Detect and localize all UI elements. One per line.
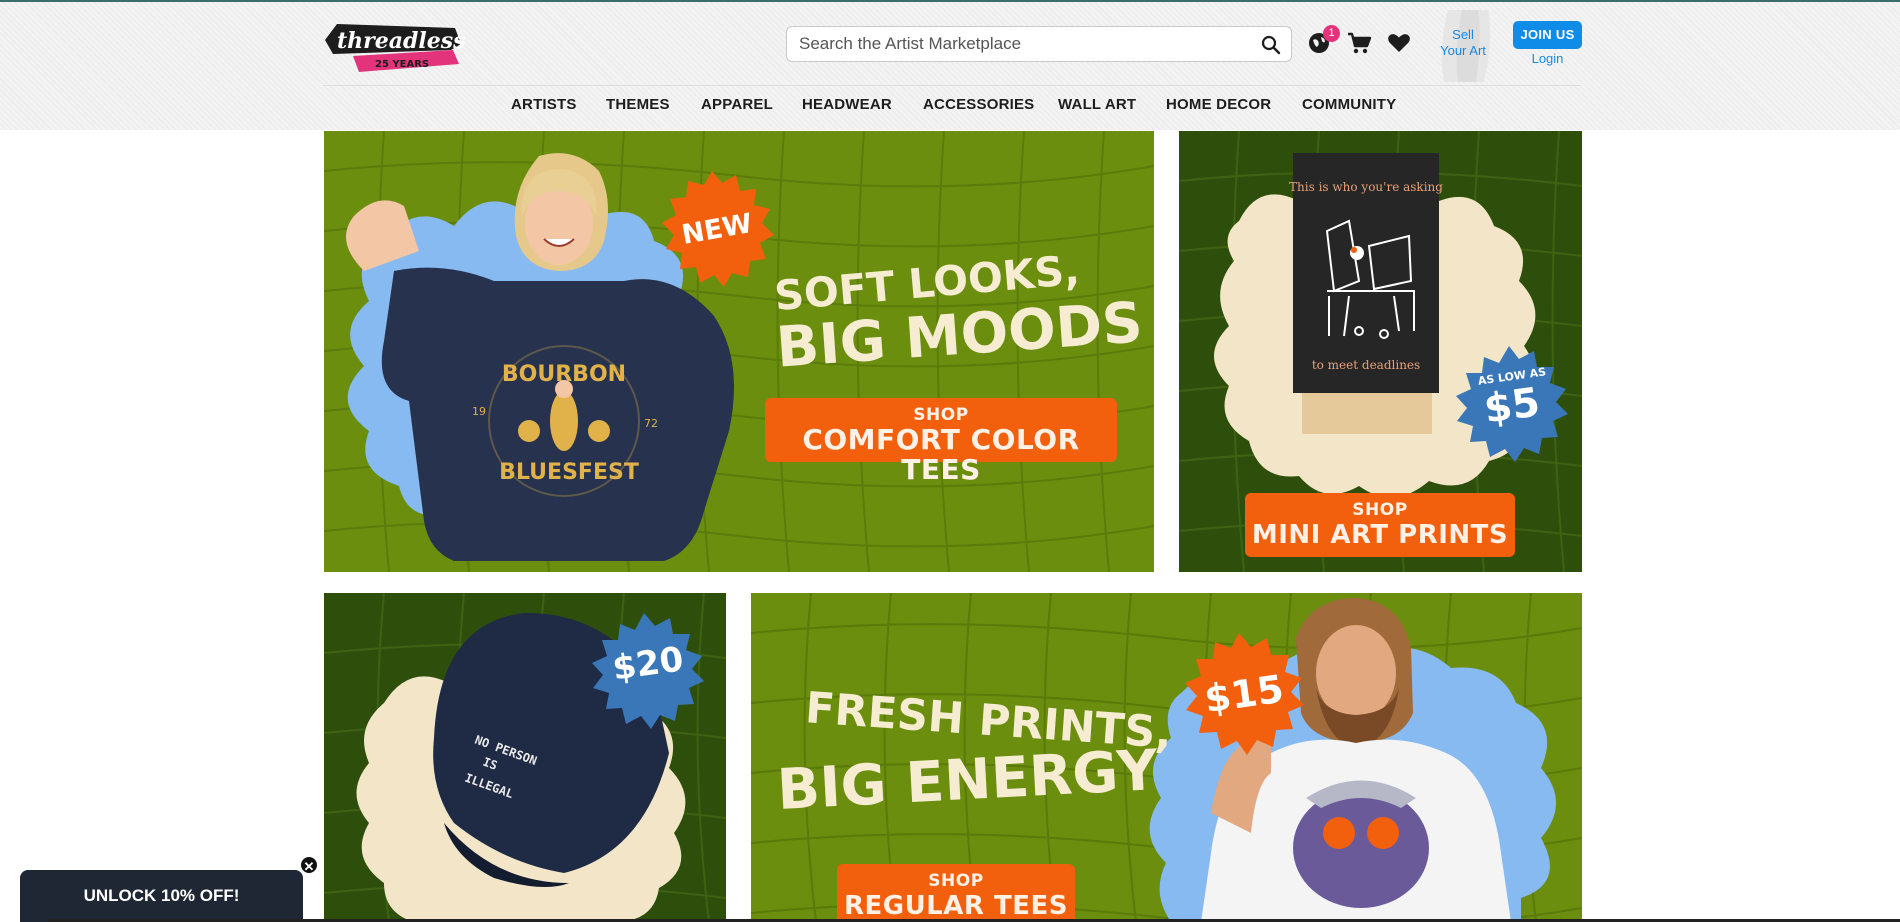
print-bottom-text: to meet deadlines [1312, 358, 1420, 372]
logo-text: threadless [337, 28, 465, 54]
regular-tees-banner[interactable]: $15 FRESH PRINTS, BIG ENERGY SHOP REGULA… [751, 593, 1582, 922]
threadless-logo[interactable]: threadless 25 YEARS [323, 14, 465, 76]
close-icon[interactable]: ✕ [299, 855, 319, 875]
nav-item-themes[interactable]: THEMES [606, 96, 670, 113]
nav-item-community[interactable]: COMMUNITY [1302, 96, 1396, 113]
sell-line-1: Sell [1452, 27, 1474, 42]
shirt-text-bottom: BLUESFEST [499, 460, 639, 485]
search-icon[interactable] [1261, 35, 1281, 55]
nav-item-headwear[interactable]: HEADWEAR [802, 96, 892, 113]
nav-item-wall-art[interactable]: WALL ART [1058, 96, 1136, 113]
notification-badge: 1 [1323, 25, 1340, 42]
nav-item-home-decor[interactable]: HOME DECOR [1166, 96, 1271, 113]
shop-label: SHOP [928, 871, 984, 891]
search-bar[interactable] [786, 26, 1292, 62]
shop-label: SHOP [1352, 500, 1408, 520]
shop-label: SHOP [913, 405, 969, 425]
main-nav: ARTISTS THEMES APPAREL HEADWEAR ACCESSOR… [0, 96, 1900, 118]
shirt-year-left: 19 [472, 405, 486, 418]
heart-icon[interactable] [1386, 30, 1412, 56]
nav-item-apparel[interactable]: APPAREL [701, 96, 773, 113]
comfort-color-tees-banner[interactable]: BOURBON BLUESFEST 19 72 NEW SOFT LOOKS, … [324, 131, 1154, 572]
cart-icon[interactable] [1346, 30, 1372, 56]
search-input[interactable] [799, 27, 1239, 61]
mini-art-prints-banner[interactable]: This is who you're asking to meet deadli… [1179, 131, 1582, 572]
header-divider [323, 85, 1581, 86]
shop-comfort-color-tees-button[interactable]: SHOP COMFORT COLOR TEES [765, 398, 1117, 485]
shop-prints-label: MINI ART PRINTS [1251, 520, 1509, 550]
print-top-text: This is who you're asking [1289, 180, 1443, 194]
hats-banner[interactable]: NO PERSON IS ILLEGAL $20 [324, 593, 726, 922]
join-us-button[interactable]: JOIN US [1513, 21, 1582, 49]
shop-regular-tees-button[interactable]: SHOP REGULAR TEES [837, 864, 1075, 922]
login-link[interactable]: Login [1513, 51, 1582, 66]
shop-regular-label: REGULAR TEES [844, 891, 1068, 921]
nav-item-artists[interactable]: ARTISTS [511, 96, 577, 113]
logo-badge-text: 25 YEARS [375, 59, 429, 70]
shirt-year-right: 72 [644, 417, 658, 430]
unlock-discount-popup[interactable]: UNLOCK 10% OFF! [20, 870, 303, 922]
nav-item-accessories[interactable]: ACCESSORIES [923, 96, 1034, 113]
sell-line-2: Your Art [1440, 43, 1486, 58]
sell-your-art-link[interactable]: Sell Your Art [1432, 27, 1494, 59]
shop-mini-art-prints-button[interactable]: SHOP MINI ART PRINTS [1245, 493, 1515, 557]
shop-comfort-label: COMFORT COLOR TEES [802, 423, 1080, 486]
